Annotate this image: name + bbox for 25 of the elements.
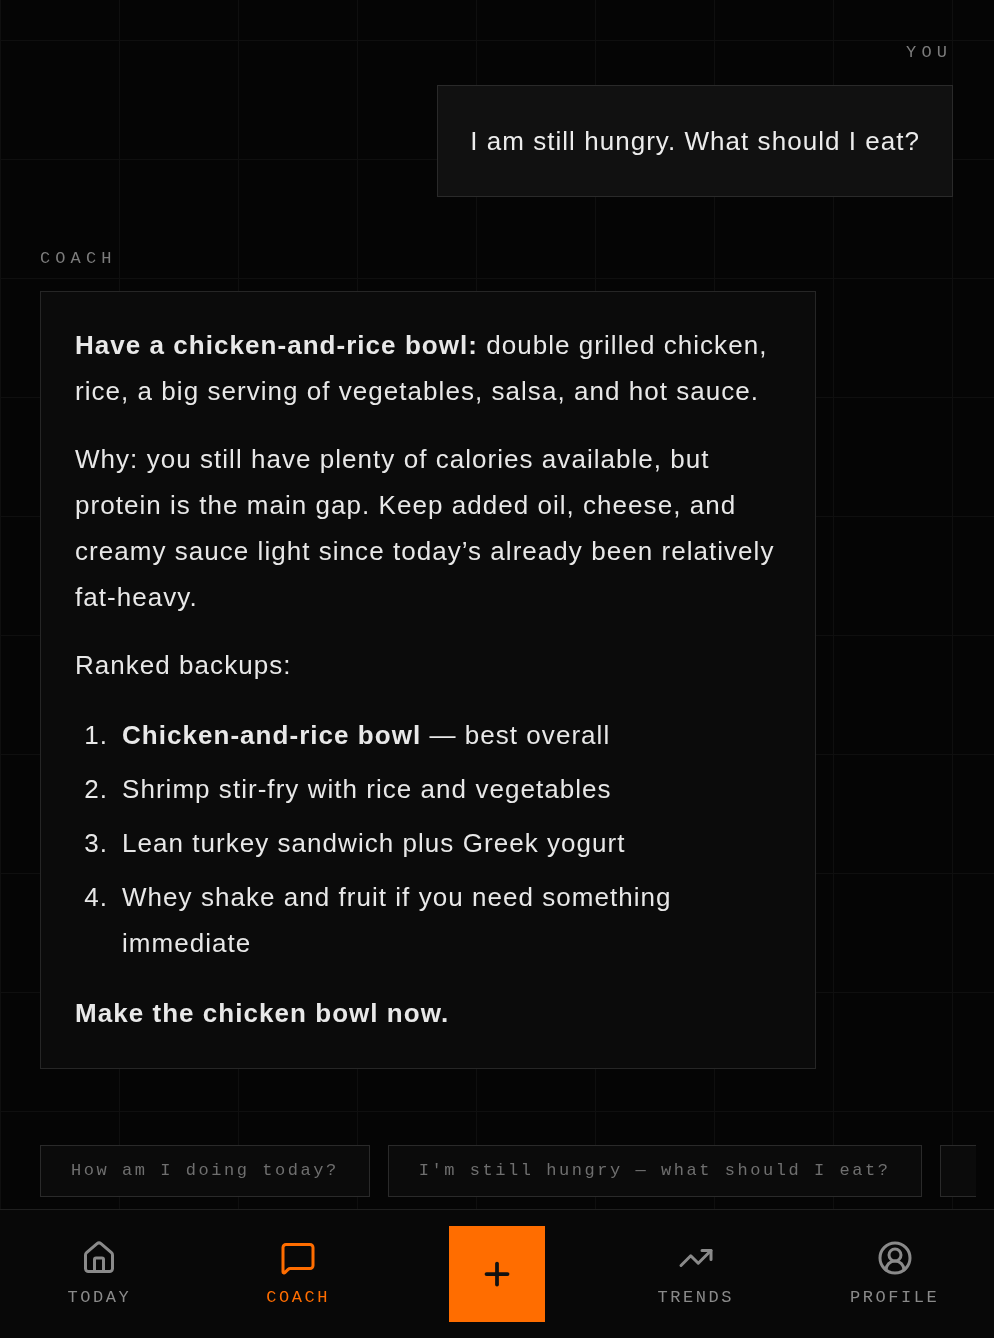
list-number: 3. xyxy=(83,827,108,860)
reply-paragraph: Why: you still have plenty of calories available, but protein is the main gap. Keep added oil, cheese, and creamy sauce light since today’s already been relatively fat-heavy. xyxy=(75,443,776,614)
list-item-text: Shrimp stir-fry with rice and vegetables xyxy=(122,773,613,806)
user-circle-icon xyxy=(876,1240,913,1276)
sender-label: YOU xyxy=(906,43,952,63)
list-number: 1. xyxy=(83,719,108,752)
nav-tab[interactable]: COACH xyxy=(266,1240,331,1308)
reply-conclusion: Make the chicken bowl now. xyxy=(75,997,451,1030)
list-number: 2. xyxy=(83,773,108,806)
suggestion-chip[interactable] xyxy=(939,1145,976,1197)
list-item-text: Whey shake and fruit if you need something immediate xyxy=(122,881,673,960)
message-text: I am still hungry. What should I eat? xyxy=(470,125,920,158)
reply-paragraph: Have a chicken-and-rice bowl: double grilled chicken, rice, a big serving of vegetables, salsa, and hot sauce. xyxy=(75,329,769,408)
list-item-text: Lean turkey sandwich plus Greek yogurt xyxy=(122,827,627,860)
list-item-text: Chicken-and-rice bowl — best overall xyxy=(122,719,612,752)
nav-tab[interactable]: PROFILE xyxy=(849,1240,940,1308)
sender-label: COACH xyxy=(40,249,117,269)
suggestion-chip[interactable]: I'm still hungry — what should I eat? xyxy=(387,1145,922,1197)
nav-tab[interactable]: TODAY xyxy=(67,1240,132,1308)
suggestion-chip[interactable]: How am I doing today? xyxy=(40,1145,370,1197)
chat-bubble-icon xyxy=(280,1240,317,1276)
add-button[interactable] xyxy=(449,1226,545,1322)
list-number: 4. xyxy=(83,881,108,914)
reply-paragraph: Ranked backups: xyxy=(75,649,293,682)
nav-tab[interactable]: TRENDS xyxy=(657,1240,735,1308)
